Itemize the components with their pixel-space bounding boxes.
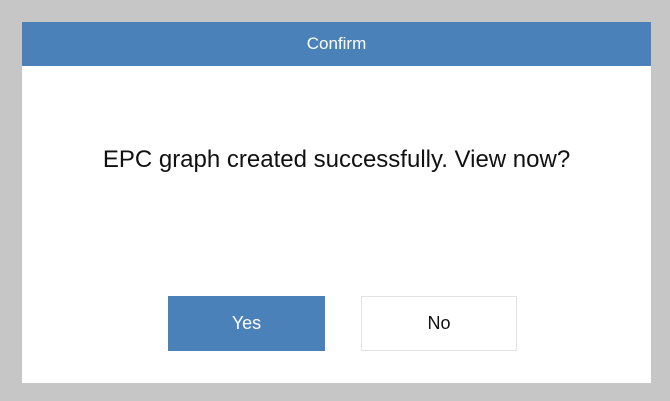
no-button[interactable]: No	[361, 296, 517, 351]
dialog-title: Confirm	[306, 34, 367, 53]
no-button-label: No	[427, 313, 451, 333]
dialog-message: EPC graph created successfully. View now…	[102, 146, 571, 173]
confirm-dialog: Confirm EPC graph created successfully. …	[22, 22, 651, 383]
yes-button-label: Yes	[231, 313, 262, 333]
yes-button[interactable]: Yes	[168, 296, 325, 351]
backdrop: Confirm EPC graph created successfully. …	[0, 0, 670, 401]
dialog-title-bar: Confirm	[22, 22, 651, 66]
